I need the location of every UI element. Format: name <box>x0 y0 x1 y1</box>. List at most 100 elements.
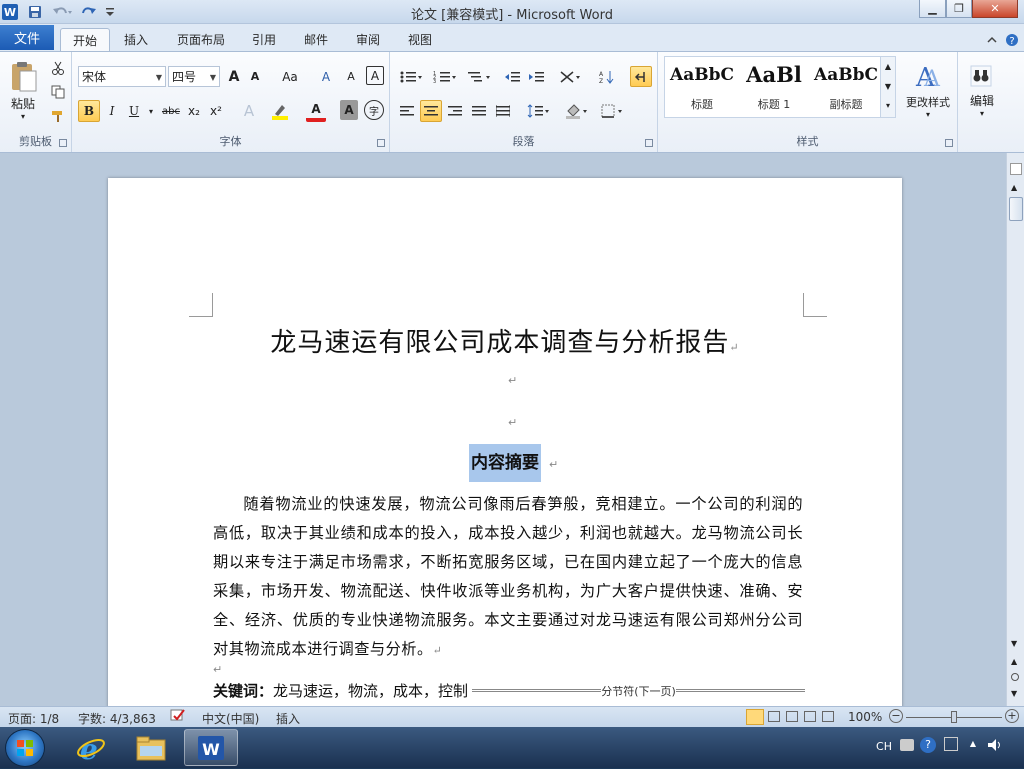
browse-object-icon[interactable] <box>1011 673 1019 681</box>
align-center-icon[interactable] <box>420 100 442 122</box>
justify-icon[interactable] <box>468 100 490 122</box>
show-formatting-marks-icon[interactable] <box>630 66 652 87</box>
sort-icon[interactable]: AZ <box>596 66 618 87</box>
line-spacing-icon[interactable] <box>524 100 552 122</box>
word-taskbar-icon[interactable]: W <box>184 729 238 766</box>
strikethrough-button[interactable]: abc <box>160 100 182 122</box>
keyboard-icon[interactable] <box>900 739 914 751</box>
tab-home[interactable]: 开始 <box>60 28 110 51</box>
tab-references[interactable]: 引用 <box>244 28 284 51</box>
show-hidden-icons[interactable]: ▲ <box>970 739 976 748</box>
zoom-out-icon[interactable]: − <box>889 709 903 723</box>
paste-button[interactable]: 粘贴 ▾ <box>4 56 42 126</box>
web-layout-icon[interactable] <box>786 711 798 722</box>
font-size-combo[interactable]: 四号 ▼ <box>168 66 220 87</box>
language-indicator[interactable]: 中文(中国) <box>202 710 259 727</box>
style-gallery-scroll[interactable]: ▲ ▼ ▾ <box>880 56 896 118</box>
style-subtitle[interactable]: AaBbC 副标题 <box>810 58 882 116</box>
file-explorer-icon[interactable] <box>124 729 178 766</box>
minimize-button[interactable]: ▁ <box>919 0 946 18</box>
word-count[interactable]: 字数: 4/3,863 <box>78 710 156 727</box>
next-page-icon[interactable]: ▼ <box>1011 689 1017 698</box>
scroll-down-icon[interactable]: ▼ <box>1011 639 1017 648</box>
font-color-button[interactable]: A <box>306 100 326 122</box>
paragraph-dialog-launcher[interactable] <box>645 139 653 147</box>
document-title[interactable]: 龙马速运有限公司成本调查与分析报告↵ <box>108 322 902 359</box>
distributed-icon[interactable] <box>492 100 514 122</box>
full-screen-reading-icon[interactable] <box>768 711 780 722</box>
bold-button[interactable]: B <box>78 100 100 122</box>
align-left-icon[interactable] <box>396 100 418 122</box>
document-page[interactable]: 龙马速运有限公司成本调查与分析报告↵ ↵ ↵ 内容摘要 ↵ 随着物流业的快速发展… <box>108 178 902 718</box>
help-icon[interactable]: ? <box>1004 28 1020 51</box>
increase-indent-icon[interactable] <box>526 66 548 87</box>
underline-button[interactable]: U <box>124 100 144 122</box>
subscript-button[interactable]: x₂ <box>184 100 204 122</box>
start-button[interactable] <box>5 729 45 767</box>
ime-indicator[interactable]: CH <box>876 740 892 753</box>
highlight-color-icon[interactable] <box>268 100 292 122</box>
zoom-level[interactable]: 100% <box>848 710 882 724</box>
clipboard-dialog-launcher[interactable] <box>59 139 67 147</box>
style-title[interactable]: AaBbC 标题 <box>666 58 738 116</box>
insert-mode-indicator[interactable]: 插入 <box>276 710 300 727</box>
abstract-heading[interactable]: 内容摘要 <box>469 444 541 482</box>
tab-mailings[interactable]: 邮件 <box>296 28 336 51</box>
tab-view[interactable]: 视图 <box>400 28 440 51</box>
page-indicator[interactable]: 页面: 1/8 <box>8 710 59 727</box>
maximize-button[interactable]: ❐ <box>946 0 972 18</box>
outline-view-icon[interactable] <box>804 711 816 722</box>
tab-page-layout[interactable]: 页面布局 <box>166 28 236 51</box>
underline-dropdown-icon[interactable]: ▾ <box>146 100 156 122</box>
shading-icon[interactable] <box>562 100 592 122</box>
print-layout-view-icon[interactable] <box>746 709 764 725</box>
chinese-layout-icon[interactable] <box>556 66 586 87</box>
character-shading-button[interactable]: A <box>340 100 358 120</box>
chevron-up-icon[interactable]: ▲ <box>881 57 895 77</box>
minimize-ribbon-icon[interactable] <box>984 28 1000 51</box>
style-heading-1[interactable]: AaBl 标题 1 <box>738 58 810 116</box>
change-styles-button[interactable]: AA 更改样式 ▾ <box>902 56 954 124</box>
format-painter-icon[interactable] <box>48 106 68 126</box>
previous-page-icon[interactable]: ▲ <box>1011 657 1017 666</box>
italic-button[interactable]: I <box>102 100 122 122</box>
keywords-line[interactable]: 关键词： 龙马速运，物流，成本，控制 分节符(下一页) <box>213 680 805 701</box>
shrink-font-button[interactable]: A <box>246 66 264 87</box>
help-tray-icon[interactable]: ? <box>920 737 936 753</box>
styles-dialog-launcher[interactable] <box>945 139 953 147</box>
clear-formatting-button[interactable]: A <box>316 66 336 87</box>
text-effects-button[interactable]: A <box>238 100 260 122</box>
font-name-combo[interactable]: 宋体 ▼ <box>78 66 166 87</box>
more-icon[interactable]: ▾ <box>881 97 895 115</box>
proofing-icon[interactable] <box>170 709 186 726</box>
tab-file[interactable]: 文件 <box>0 25 54 50</box>
internet-explorer-icon[interactable]: e <box>64 729 118 766</box>
multilevel-list-icon[interactable] <box>464 66 494 87</box>
document-area[interactable]: 龙马速运有限公司成本调查与分析报告↵ ↵ ↵ 内容摘要 ↵ 随着物流业的快速发展… <box>0 153 1006 718</box>
character-border-button[interactable]: A <box>366 66 384 85</box>
superscript-button[interactable]: x² <box>206 100 226 122</box>
decrease-indent-icon[interactable] <box>502 66 524 87</box>
change-case-button[interactable]: Aa <box>276 66 304 87</box>
scroll-up-icon[interactable]: ▲ <box>1011 183 1017 192</box>
cut-icon[interactable] <box>48 58 68 78</box>
phonetic-guide-button[interactable]: A <box>340 66 362 87</box>
zoom-slider-thumb[interactable] <box>951 711 957 723</box>
tab-insert[interactable]: 插入 <box>114 28 158 51</box>
editing-button[interactable]: 编辑 ▾ <box>962 56 1002 124</box>
scroll-thumb[interactable] <box>1009 197 1023 221</box>
tab-review[interactable]: 审阅 <box>348 28 388 51</box>
chevron-down-icon[interactable]: ▼ <box>881 77 895 97</box>
align-right-icon[interactable] <box>444 100 466 122</box>
network-icon[interactable] <box>944 737 958 751</box>
numbering-icon[interactable]: 123 <box>430 66 460 87</box>
copy-icon[interactable] <box>48 82 68 102</box>
font-dialog-launcher[interactable] <box>377 139 385 147</box>
close-button[interactable]: ✕ <box>972 0 1018 18</box>
ruler-toggle-icon[interactable] <box>1010 163 1022 175</box>
volume-icon[interactable] <box>986 737 1002 756</box>
borders-icon[interactable] <box>598 100 628 122</box>
grow-font-button[interactable]: A <box>224 66 244 87</box>
draft-view-icon[interactable] <box>822 711 834 722</box>
bullets-icon[interactable] <box>396 66 426 87</box>
